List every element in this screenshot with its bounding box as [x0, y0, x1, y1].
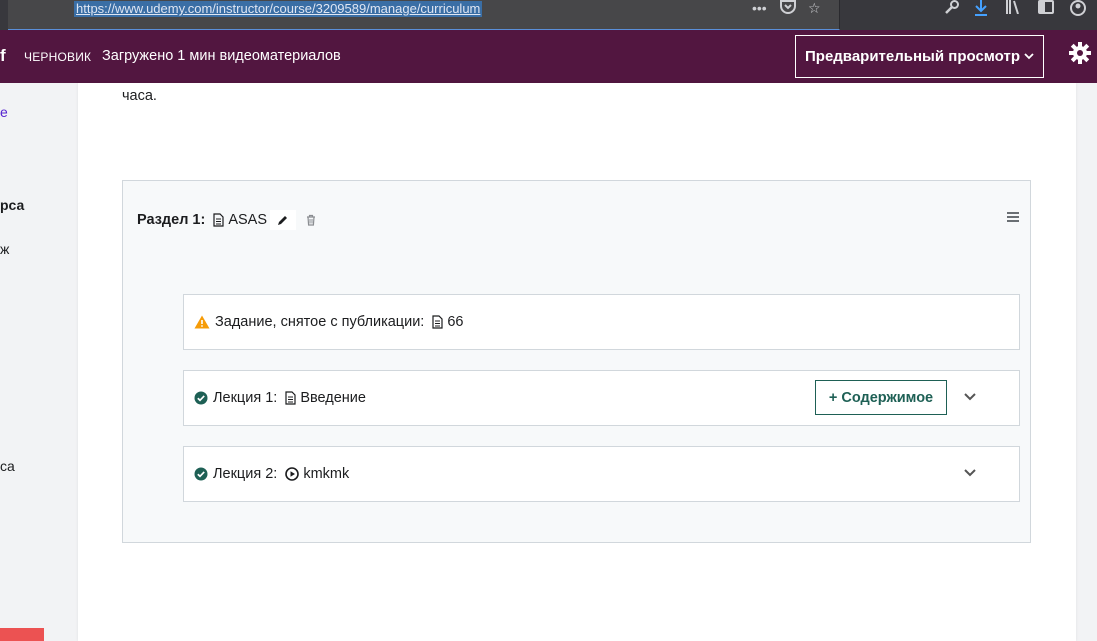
- chevron-down-icon[interactable]: [964, 388, 976, 404]
- account-icon[interactable]: [1070, 0, 1086, 19]
- more-dots-icon[interactable]: •••: [752, 0, 767, 16]
- add-content-button[interactable]: + Содержимое: [815, 380, 947, 415]
- wrench-icon[interactable]: [944, 0, 959, 18]
- browser-toolbar: https://www.udemy.com/instructor/course/…: [0, 0, 1097, 30]
- chevron-down-icon[interactable]: [964, 464, 976, 480]
- document-icon: [432, 315, 443, 329]
- curriculum-section: Раздел 1: ASAS Задание, снятое с публика…: [122, 180, 1031, 543]
- item-title: Введение: [300, 390, 366, 406]
- warning-icon: [194, 315, 210, 329]
- course-title-fragment: f: [0, 46, 6, 65]
- play-circle-icon: [285, 467, 300, 481]
- check-circle-icon: [194, 467, 208, 481]
- gear-icon[interactable]: [1068, 41, 1092, 71]
- item-title: kmkmk: [303, 466, 350, 482]
- sidebar-item-fragment[interactable]: рса: [0, 197, 24, 213]
- pocket-icon[interactable]: [780, 0, 796, 17]
- document-icon: [213, 213, 224, 227]
- upload-status: Загружено 1 мин видеоматериалов: [102, 48, 341, 64]
- check-circle-icon: [194, 391, 208, 405]
- curriculum-item-assignment[interactable]: Задание, снятое с публикации: 66: [183, 294, 1020, 350]
- sidebar-toggle-icon[interactable]: [1038, 0, 1054, 17]
- preview-button[interactable]: Предварительный просмотр: [795, 35, 1044, 78]
- url-text[interactable]: https://www.udemy.com/instructor/course/…: [74, 1, 483, 17]
- curriculum-item-lecture[interactable]: Лекция 1: Введение + Содержимое: [183, 370, 1020, 426]
- item-title: 66: [447, 314, 464, 330]
- course-header: f ЧЕРНОВИК Загружено 1 мин видеоматериал…: [0, 30, 1097, 83]
- chevron-down-icon: [1024, 53, 1034, 60]
- section-title: ASAS: [228, 212, 268, 228]
- section-header: Раздел 1: ASAS: [137, 210, 316, 230]
- item-label: Лекция 2:: [213, 466, 278, 482]
- drag-handle-icon[interactable]: [1007, 209, 1019, 227]
- sidebar-nav: e рса ж са: [0, 83, 76, 641]
- sidebar-item-fragment[interactable]: e: [0, 104, 8, 120]
- edit-icon[interactable]: [270, 210, 297, 230]
- draft-badge: ЧЕРНОВИК: [24, 50, 92, 64]
- item-label: Задание, снятое с публикации:: [215, 314, 425, 330]
- library-icon[interactable]: [1006, 0, 1022, 17]
- section-label: Раздел 1:: [137, 212, 206, 228]
- bookmark-star-icon[interactable]: ☆: [808, 0, 821, 16]
- download-icon[interactable]: [974, 0, 988, 19]
- curriculum-panel: часа. Раздел 1: ASAS Задание, снятое с п…: [78, 83, 1076, 641]
- url-bar[interactable]: https://www.udemy.com/instructor/course/…: [8, 0, 840, 30]
- sidebar-item-fragment[interactable]: ж: [0, 241, 9, 257]
- sidebar-item-fragment[interactable]: са: [0, 458, 15, 474]
- item-label: Лекция 1:: [213, 390, 278, 406]
- trash-icon[interactable]: [306, 214, 316, 226]
- document-icon: [285, 391, 296, 405]
- preview-button-label: Предварительный просмотр: [805, 48, 1020, 65]
- submit-button-fragment[interactable]: [0, 628, 44, 641]
- intro-text-fragment: часа.: [122, 88, 157, 104]
- curriculum-item-lecture[interactable]: Лекция 2: kmkmk: [183, 446, 1020, 502]
- add-content-label: + Содержимое: [828, 389, 934, 406]
